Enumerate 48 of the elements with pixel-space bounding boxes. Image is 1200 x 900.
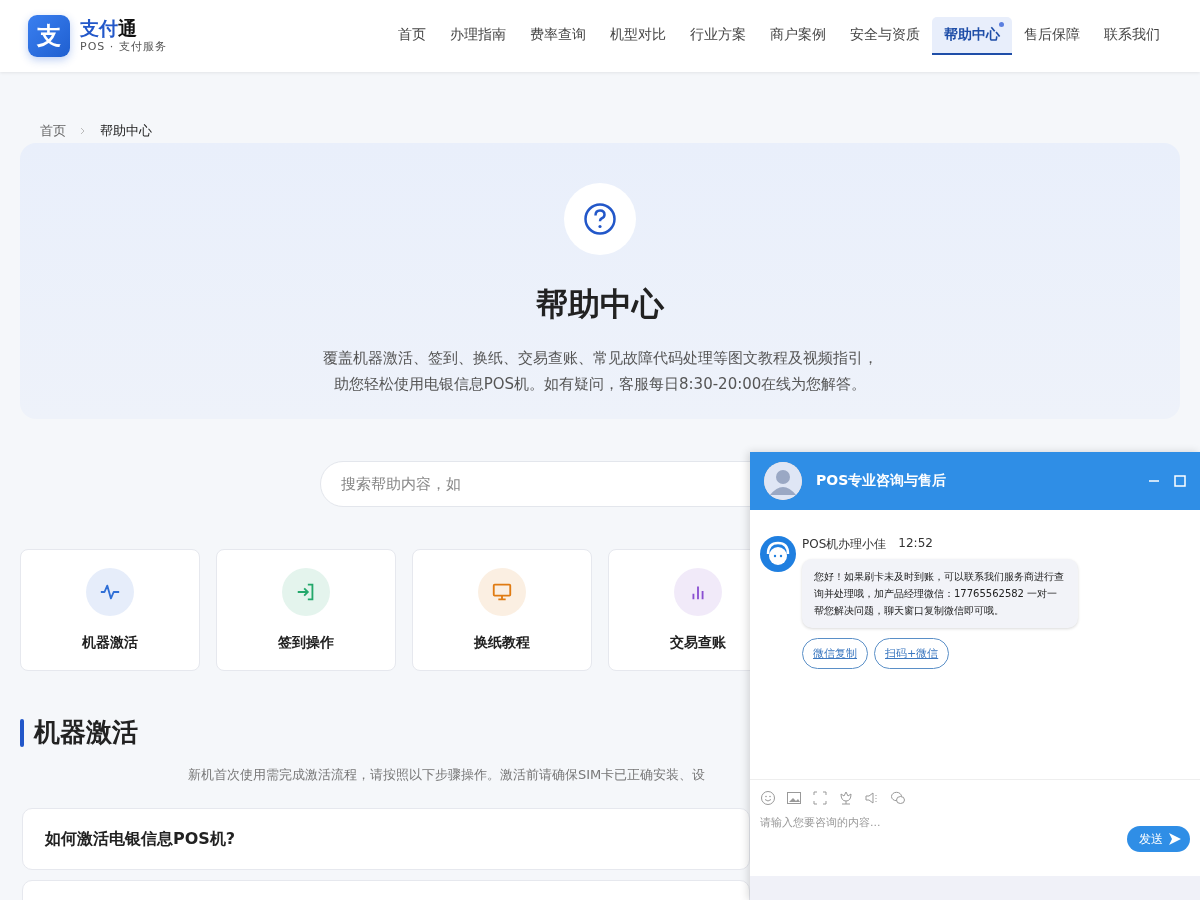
category-label: 机器激活 xyxy=(82,634,138,652)
nav-tab[interactable]: 首页 xyxy=(386,17,438,55)
agent-name: POS机办理小佳 xyxy=(802,536,887,553)
agent-avatar-icon xyxy=(760,536,796,572)
nav-tab[interactable]: 机型对比 xyxy=(598,17,678,55)
breadcrumb-link[interactable]: 首页 xyxy=(40,122,66,140)
nav-tab[interactable]: 联系我们 xyxy=(1092,17,1172,55)
logo-mark: 支 xyxy=(28,15,70,57)
category-label: 换纸教程 xyxy=(474,634,530,652)
category-card[interactable]: 机器激活 xyxy=(20,549,200,671)
maximize-icon[interactable] xyxy=(1174,475,1186,487)
nav-tab[interactable]: 商户案例 xyxy=(758,17,838,55)
faq-item[interactable]: 如何激活电银信息POS机? xyxy=(22,808,750,870)
question-icon xyxy=(583,202,617,236)
section-accent-bar xyxy=(20,718,24,747)
nav-tab[interactable]: 费率查询 xyxy=(518,17,598,55)
flower-icon[interactable] xyxy=(838,790,854,806)
breadcrumb-current: 帮助中心 xyxy=(100,122,152,140)
quick-reply-button[interactable]: 微信复制 xyxy=(802,638,868,669)
section-description: 新机首次使用需完成激活流程，请按照以下步骤操作。激活前请确保SIM卡已正确安装、设 xyxy=(187,766,707,784)
nav-tab[interactable]: 安全与资质 xyxy=(838,17,932,55)
emoji-icon[interactable] xyxy=(760,790,776,806)
send-icon xyxy=(1168,832,1182,846)
category-card[interactable]: 换纸教程 xyxy=(412,549,592,671)
hero-description: 助您轻松使用电银信息POS机。如有疑问，客服每日8:30-20:00在线为您解答。 xyxy=(333,374,867,395)
chat-bubbles-icon[interactable] xyxy=(890,790,906,806)
quick-reply-button[interactable]: 扫码+微信 xyxy=(874,638,950,669)
speaker-icon[interactable] xyxy=(864,790,880,806)
nav-tab[interactable]: 帮助中心 xyxy=(932,17,1012,55)
hero-description: 覆盖机器激活、签到、换纸、交易查账、常见故障代码处理等图文教程及视频指引， xyxy=(322,348,878,369)
screenshot-icon[interactable] xyxy=(812,790,828,806)
page-title: 帮助中心 xyxy=(536,284,664,325)
faq-question: 如何激活电银信息POS机? xyxy=(45,828,236,850)
message-time: 12:52 xyxy=(898,536,933,552)
message-bubble: 您好！如果刷卡未及时到账，可以联系我们服务商进行查询并处理哦，加产品经理微信：17765562582 一对一帮您解决问题，聊天窗口复制微信即可哦。 xyxy=(802,559,1078,628)
brand-tagline: POS · 支付服务 xyxy=(80,38,167,54)
nav-tab[interactable]: 办理指南 xyxy=(438,17,518,55)
message-input[interactable]: 请输入您要咨询的内容... xyxy=(760,812,1127,833)
nav-tab[interactable]: 售后保障 xyxy=(1012,17,1092,55)
category-label: 交易查账 xyxy=(670,634,726,652)
brand-name: 支付通 xyxy=(80,18,138,39)
section-title: 机器激活 xyxy=(34,716,138,749)
category-card[interactable]: 签到操作 xyxy=(216,549,396,671)
chevron-icon xyxy=(80,127,86,135)
avatar-icon xyxy=(764,462,802,500)
category-label: 签到操作 xyxy=(278,634,334,652)
nav-tab[interactable]: 行业方案 xyxy=(678,17,758,55)
image-icon[interactable] xyxy=(786,790,802,806)
